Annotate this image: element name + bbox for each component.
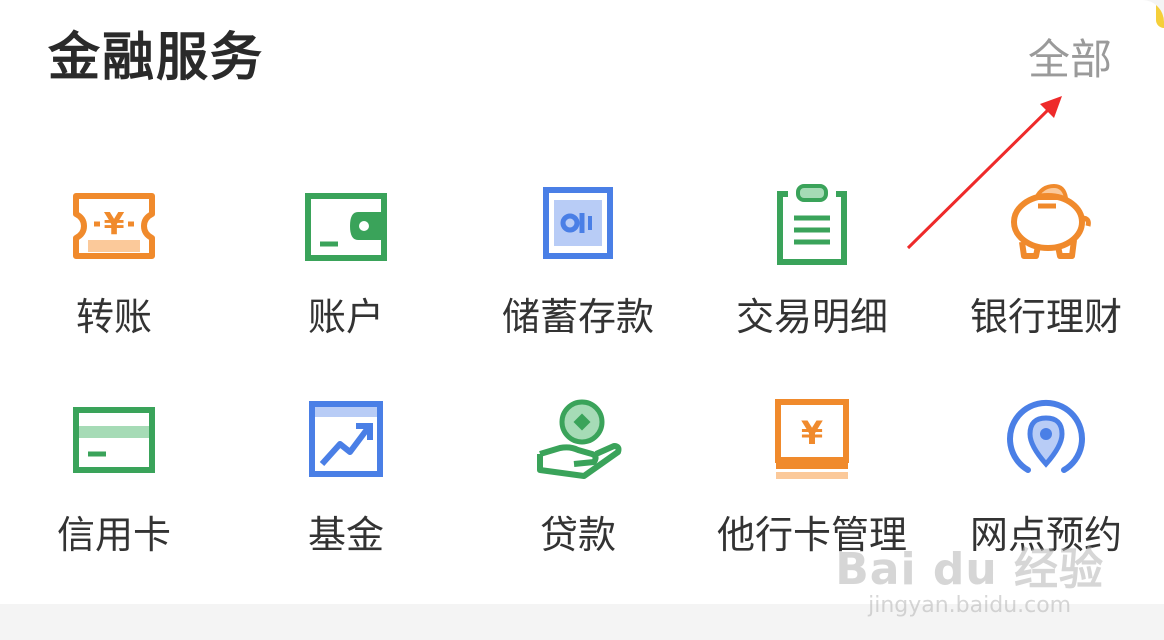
service-label: 账户 (307, 295, 384, 339)
service-label: 他行卡管理 (716, 513, 907, 557)
services-row-2: 信用卡 基金 贷款 ¥ 他行卡管理 网点预约 (0, 382, 1164, 582)
svg-text:¥: ¥ (104, 207, 125, 242)
yen-card-icon: ¥ (775, 399, 849, 479)
transfer-yen-icon: ¥ (73, 193, 155, 259)
service-label: 基金 (307, 513, 384, 557)
service-transaction-details[interactable]: 交易明细 (712, 168, 912, 368)
accent-edge (1156, 0, 1164, 28)
svg-text:¥: ¥ (801, 414, 823, 452)
coin-hand-icon (537, 399, 622, 479)
service-label: 转账 (75, 295, 152, 339)
service-branch-appointment[interactable]: 网点预约 (946, 382, 1146, 582)
piggy-bank-icon (1011, 183, 1091, 259)
wallet-icon (305, 193, 387, 261)
service-label: 交易明细 (735, 295, 888, 339)
safe-icon (543, 187, 613, 259)
service-loan[interactable]: 贷款 (478, 382, 678, 582)
service-other-bank-card[interactable]: ¥ 他行卡管理 (712, 382, 912, 582)
service-credit-card[interactable]: 信用卡 (14, 382, 214, 582)
section-title: 金融服务 (48, 28, 265, 88)
service-label: 信用卡 (56, 513, 171, 557)
service-label: 银行理财 (969, 295, 1122, 339)
service-fund[interactable]: 基金 (246, 382, 446, 582)
credit-card-icon (73, 407, 155, 473)
financial-services-card: 金融服务 全部 ¥ 转账 账户 储蓄存款 交易明细 银行理财 信用卡 基金 贷款… (0, 0, 1164, 604)
service-label: 网点预约 (969, 513, 1122, 557)
service-account[interactable]: 账户 (246, 168, 446, 368)
location-pin-icon (1007, 399, 1085, 473)
view-all-link[interactable]: 全部 (1028, 32, 1112, 88)
service-transfer[interactable]: ¥ 转账 (14, 168, 214, 368)
service-label: 贷款 (539, 513, 616, 557)
clipboard-icon (777, 184, 847, 265)
services-row-1: ¥ 转账 账户 储蓄存款 交易明细 银行理财 (0, 168, 1164, 368)
chart-trend-icon (309, 401, 383, 477)
service-wealth-management[interactable]: 银行理财 (946, 168, 1146, 368)
service-savings[interactable]: 储蓄存款 (478, 168, 678, 368)
service-label: 储蓄存款 (501, 295, 654, 339)
